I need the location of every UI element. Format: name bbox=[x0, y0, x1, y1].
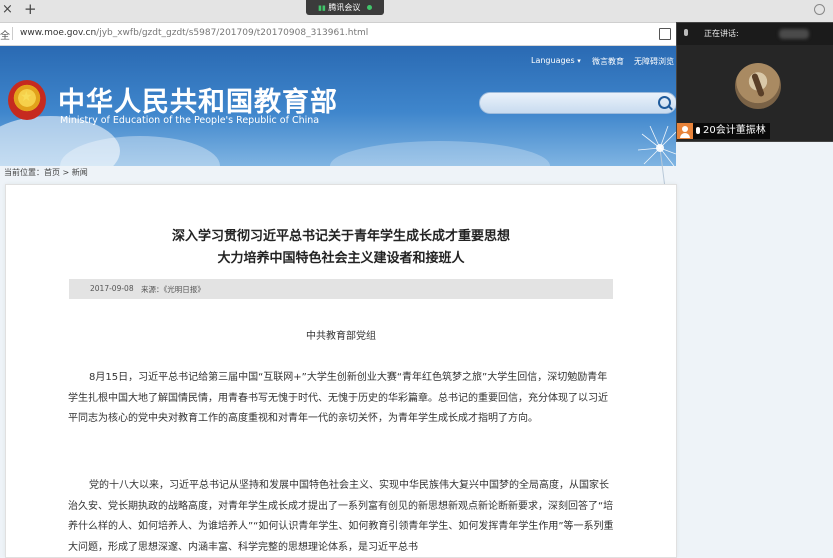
user-icon-body bbox=[680, 133, 690, 138]
avatar bbox=[735, 63, 781, 109]
site-header: ★ 中华人民共和国教育部 Ministry of Education of th… bbox=[0, 46, 676, 166]
header-link-accessibility[interactable]: 无障碍浏览 bbox=[634, 56, 674, 67]
participant-name-tag: 20会计董振林 bbox=[693, 123, 770, 139]
breadcrumb: 当前位置：首页 > 新闻 bbox=[4, 168, 88, 177]
user-icon bbox=[677, 123, 693, 139]
article-paragraph: 党的十八大以来，习近平总书记从坚持和发展中国特色社会主义、实现中华民族伟大复兴中… bbox=[68, 480, 614, 553]
window-control-icon[interactable] bbox=[814, 4, 825, 15]
site-subtitle: Ministry of Education of the People's Re… bbox=[60, 115, 320, 126]
article-paragraph: 8月15日，习近平总书记给第三届中国“互联网+”大学生创新创业大赛“青年红色筑梦… bbox=[68, 372, 608, 424]
meeting-video-panel[interactable]: 正在讲话: 20会计董振林 bbox=[676, 22, 833, 142]
microphone-icon bbox=[684, 29, 688, 36]
microphone-icon bbox=[696, 126, 700, 134]
reader-mode-icon[interactable] bbox=[659, 28, 671, 40]
article-date: 2017-09-08 bbox=[90, 284, 134, 293]
site-title[interactable]: 中华人民共和国教育部 bbox=[58, 80, 338, 119]
speaking-label: 正在讲话: bbox=[704, 29, 739, 38]
address-left-glyph: 全 bbox=[0, 31, 10, 42]
recording-dot-icon bbox=[366, 5, 372, 10]
languages-dropdown[interactable]: Languages ▾ bbox=[531, 56, 581, 65]
user-icon-head bbox=[682, 126, 688, 132]
cloud-decoration bbox=[330, 141, 550, 166]
emblem-star-icon: ★ bbox=[20, 89, 33, 105]
article-author: 中共教育部党组 bbox=[306, 331, 376, 342]
article-title-line-1: 深入学习贯彻习近平总书记关于青年学生成长成才重要思想 bbox=[171, 229, 510, 244]
meeting-status-pill[interactable]: ▮▮ 腾讯会议 bbox=[306, 0, 384, 15]
search-input[interactable] bbox=[479, 92, 676, 114]
participant-name: 20会计董振林 bbox=[703, 125, 766, 136]
url-field[interactable]: www.moe.gov.cn/jyb_xwfb/gzdt_gzdt/s5987/… bbox=[20, 28, 368, 38]
article-meta-bar: 2017-09-08 来源：《光明日报》 bbox=[69, 279, 613, 299]
meeting-pill-label: 腾讯会议 bbox=[328, 3, 361, 12]
new-tab-button[interactable]: + bbox=[24, 0, 37, 18]
address-divider bbox=[12, 27, 13, 40]
url-domain: www.moe.gov.cn bbox=[20, 28, 97, 38]
speaker-name-redacted bbox=[779, 29, 809, 39]
article-title-line-2: 大力培养中国特色社会主义建设者和接班人 bbox=[217, 251, 465, 266]
avatar-figure bbox=[751, 72, 765, 98]
header-link-weiyan[interactable]: 微言教育 bbox=[592, 56, 624, 67]
close-tab-icon[interactable]: × bbox=[2, 2, 13, 17]
search-icon[interactable] bbox=[658, 96, 671, 109]
languages-label: Languages bbox=[531, 56, 575, 65]
url-path: /jyb_xwfb/gzdt_gzdt/s5987/201709/t201709… bbox=[96, 28, 369, 38]
chevron-down-icon: ▾ bbox=[577, 57, 581, 65]
browser-tab-strip: × + ▮▮ 腾讯会议 bbox=[0, 0, 833, 23]
signal-icon: ▮▮ bbox=[318, 4, 326, 12]
speaking-bar: 正在讲话: bbox=[677, 23, 833, 45]
article-source: 来源：《光明日报》 bbox=[141, 285, 205, 294]
article-card: 深入学习贯彻习近平总书记关于青年学生成长成才重要思想 大力培养中国特色社会主义建… bbox=[5, 184, 677, 558]
